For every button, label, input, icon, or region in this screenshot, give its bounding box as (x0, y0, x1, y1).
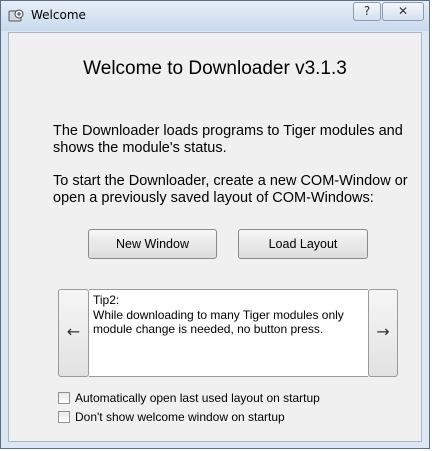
window-title: Welcome (31, 8, 86, 22)
tip-line: module change is needed, no button press… (93, 322, 324, 336)
help-button[interactable]: ? (353, 2, 381, 21)
dialog-content: Welcome to Downloader v3.1.3 The Downloa… (8, 32, 422, 442)
load-layout-button[interactable]: Load Layout (238, 229, 368, 259)
welcome-heading: Welcome to Downloader v3.1.3 (83, 58, 347, 79)
instruction-text: To start the Downloader, create a new CO… (53, 173, 408, 206)
tip-title: Tip2: (93, 293, 120, 307)
auto-open-label: Automatically open last used layout on s… (75, 391, 320, 405)
previous-tip-button[interactable]: ← (58, 289, 89, 377)
tip-text-box: Tip2: While downloading to many Tiger mo… (89, 289, 368, 377)
tip-line: While downloading to many Tiger modules … (93, 307, 344, 322)
close-button[interactable]: ✕ (382, 2, 424, 21)
new-window-button[interactable]: New Window (88, 229, 217, 259)
auto-open-checkbox[interactable] (58, 392, 70, 404)
next-tip-button[interactable]: → (368, 289, 398, 377)
arrow-right-icon: → (376, 322, 390, 341)
dont-show-label: Don't show welcome window on startup (75, 410, 285, 424)
dont-show-checkbox[interactable] (58, 411, 70, 423)
arrow-left-icon: ← (66, 322, 81, 341)
welcome-window: Welcome ? ✕ Welcome to Downloader v3.1.3… (0, 0, 430, 449)
title-bar[interactable]: Welcome ? ✕ (1, 1, 429, 31)
app-icon (8, 8, 24, 24)
description-text: The Downloader loads programs to Tiger m… (53, 123, 403, 156)
